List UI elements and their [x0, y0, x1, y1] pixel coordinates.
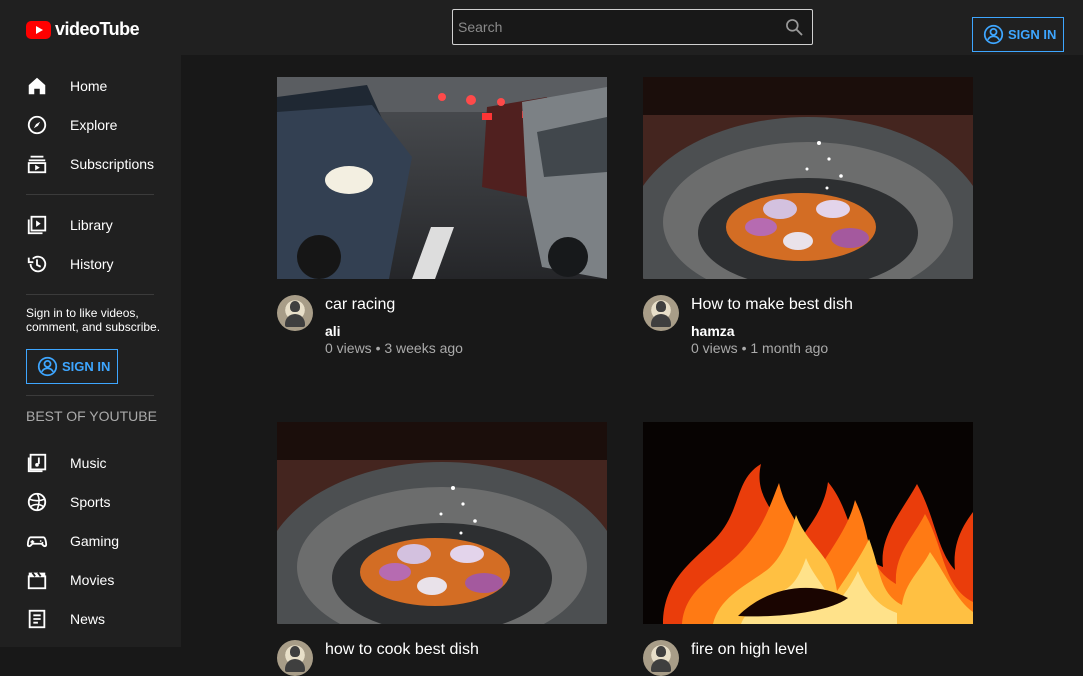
- sidebar-item-label: News: [70, 611, 106, 627]
- video-card[interactable]: car racing ali 0 views • 3 weeks ago: [277, 77, 607, 356]
- channel-avatar[interactable]: [643, 295, 679, 331]
- sidebar: Home Explore Subscriptions Library Histo…: [0, 55, 181, 647]
- search-box: [452, 9, 813, 45]
- video-meta: 0 views • 1 month ago: [691, 340, 829, 356]
- history-icon: [26, 253, 48, 275]
- account-circle-icon: [983, 24, 1004, 45]
- sidebar-item-sports[interactable]: Sports: [26, 490, 176, 514]
- channel-name[interactable]: hamza: [691, 323, 735, 339]
- thumbnail-image: [643, 77, 973, 279]
- search-input[interactable]: [453, 10, 773, 44]
- video-title[interactable]: how to cook best dish: [325, 640, 605, 659]
- music-icon: [26, 452, 48, 474]
- site-logo[interactable]: videoTube: [26, 19, 140, 40]
- sports-icon: [26, 491, 48, 513]
- channel-name[interactable]: ali: [325, 323, 341, 339]
- movies-icon: [26, 569, 48, 591]
- channel-avatar[interactable]: [277, 295, 313, 331]
- top-navigation-bar: videoTube SIGN IN: [0, 0, 1083, 55]
- sign-in-label: SIGN IN: [62, 359, 111, 374]
- sidebar-item-explore[interactable]: Explore: [26, 113, 176, 137]
- explore-icon: [26, 114, 48, 136]
- sidebar-item-library[interactable]: Library: [26, 213, 176, 237]
- stone-bowl-dish-thumbnail[interactable]: [277, 422, 607, 624]
- stone-bowl-dish-thumbnail[interactable]: [643, 77, 973, 279]
- gaming-icon: [26, 530, 48, 552]
- home-icon: [26, 75, 48, 97]
- sidebar-item-label: History: [70, 256, 114, 272]
- sidebar-item-label: Gaming: [70, 533, 120, 549]
- video-card[interactable]: fire on high level: [643, 422, 973, 676]
- sidebar-item-subscriptions[interactable]: Subscriptions: [26, 152, 176, 176]
- header-sign-in-button[interactable]: SIGN IN: [972, 17, 1064, 52]
- logo-text: videoTube: [55, 19, 140, 39]
- video-meta: 0 views • 3 weeks ago: [325, 340, 463, 356]
- thumbnail-image: [277, 77, 607, 279]
- sign-in-prompt-text: Sign in to like videos, comment, and sub…: [26, 306, 161, 334]
- sidebar-sign-in-button[interactable]: SIGN IN: [26, 349, 118, 384]
- sidebar-item-label: Sports: [70, 494, 111, 510]
- channel-avatar[interactable]: [277, 640, 313, 676]
- sidebar-item-history[interactable]: History: [26, 252, 176, 276]
- sidebar-item-label: Music: [70, 455, 107, 471]
- sidebar-item-movies[interactable]: Movies: [26, 568, 176, 592]
- account-circle-icon: [37, 356, 58, 377]
- video-title[interactable]: fire on high level: [691, 640, 971, 659]
- sidebar-item-gaming[interactable]: Gaming: [26, 529, 176, 553]
- sidebar-item-home[interactable]: Home: [26, 74, 176, 98]
- fire-thumbnail[interactable]: [643, 422, 973, 624]
- subscriptions-icon: [26, 153, 48, 175]
- play-logo-icon: [26, 20, 51, 39]
- video-card[interactable]: how to cook best dish: [277, 422, 607, 676]
- sidebar-item-news[interactable]: News: [26, 607, 176, 631]
- sidebar-divider: [26, 294, 154, 295]
- sidebar-item-music[interactable]: Music: [26, 451, 176, 475]
- video-title[interactable]: How to make best dish: [691, 295, 971, 314]
- sidebar-divider: [26, 194, 154, 195]
- channel-avatar[interactable]: [643, 640, 679, 676]
- sidebar-divider: [26, 395, 154, 396]
- sidebar-item-label: Subscriptions: [70, 156, 155, 172]
- thumbnail-image: [277, 422, 607, 624]
- thumbnail-image: [643, 422, 973, 624]
- sidebar-item-label: Explore: [70, 117, 118, 133]
- news-icon: [26, 608, 48, 630]
- video-title[interactable]: car racing: [325, 295, 605, 314]
- city-traffic-thumbnail[interactable]: [277, 77, 607, 279]
- sidebar-item-label: Movies: [70, 572, 115, 588]
- sidebar-item-label: Home: [70, 78, 108, 94]
- library-icon: [26, 214, 48, 236]
- best-of-heading: BEST OF YOUTUBE: [26, 408, 157, 424]
- search-icon[interactable]: [784, 17, 804, 37]
- sidebar-item-label: Library: [70, 217, 113, 233]
- sign-in-label: SIGN IN: [1008, 27, 1057, 42]
- video-card[interactable]: How to make best dish hamza 0 views • 1 …: [643, 77, 973, 356]
